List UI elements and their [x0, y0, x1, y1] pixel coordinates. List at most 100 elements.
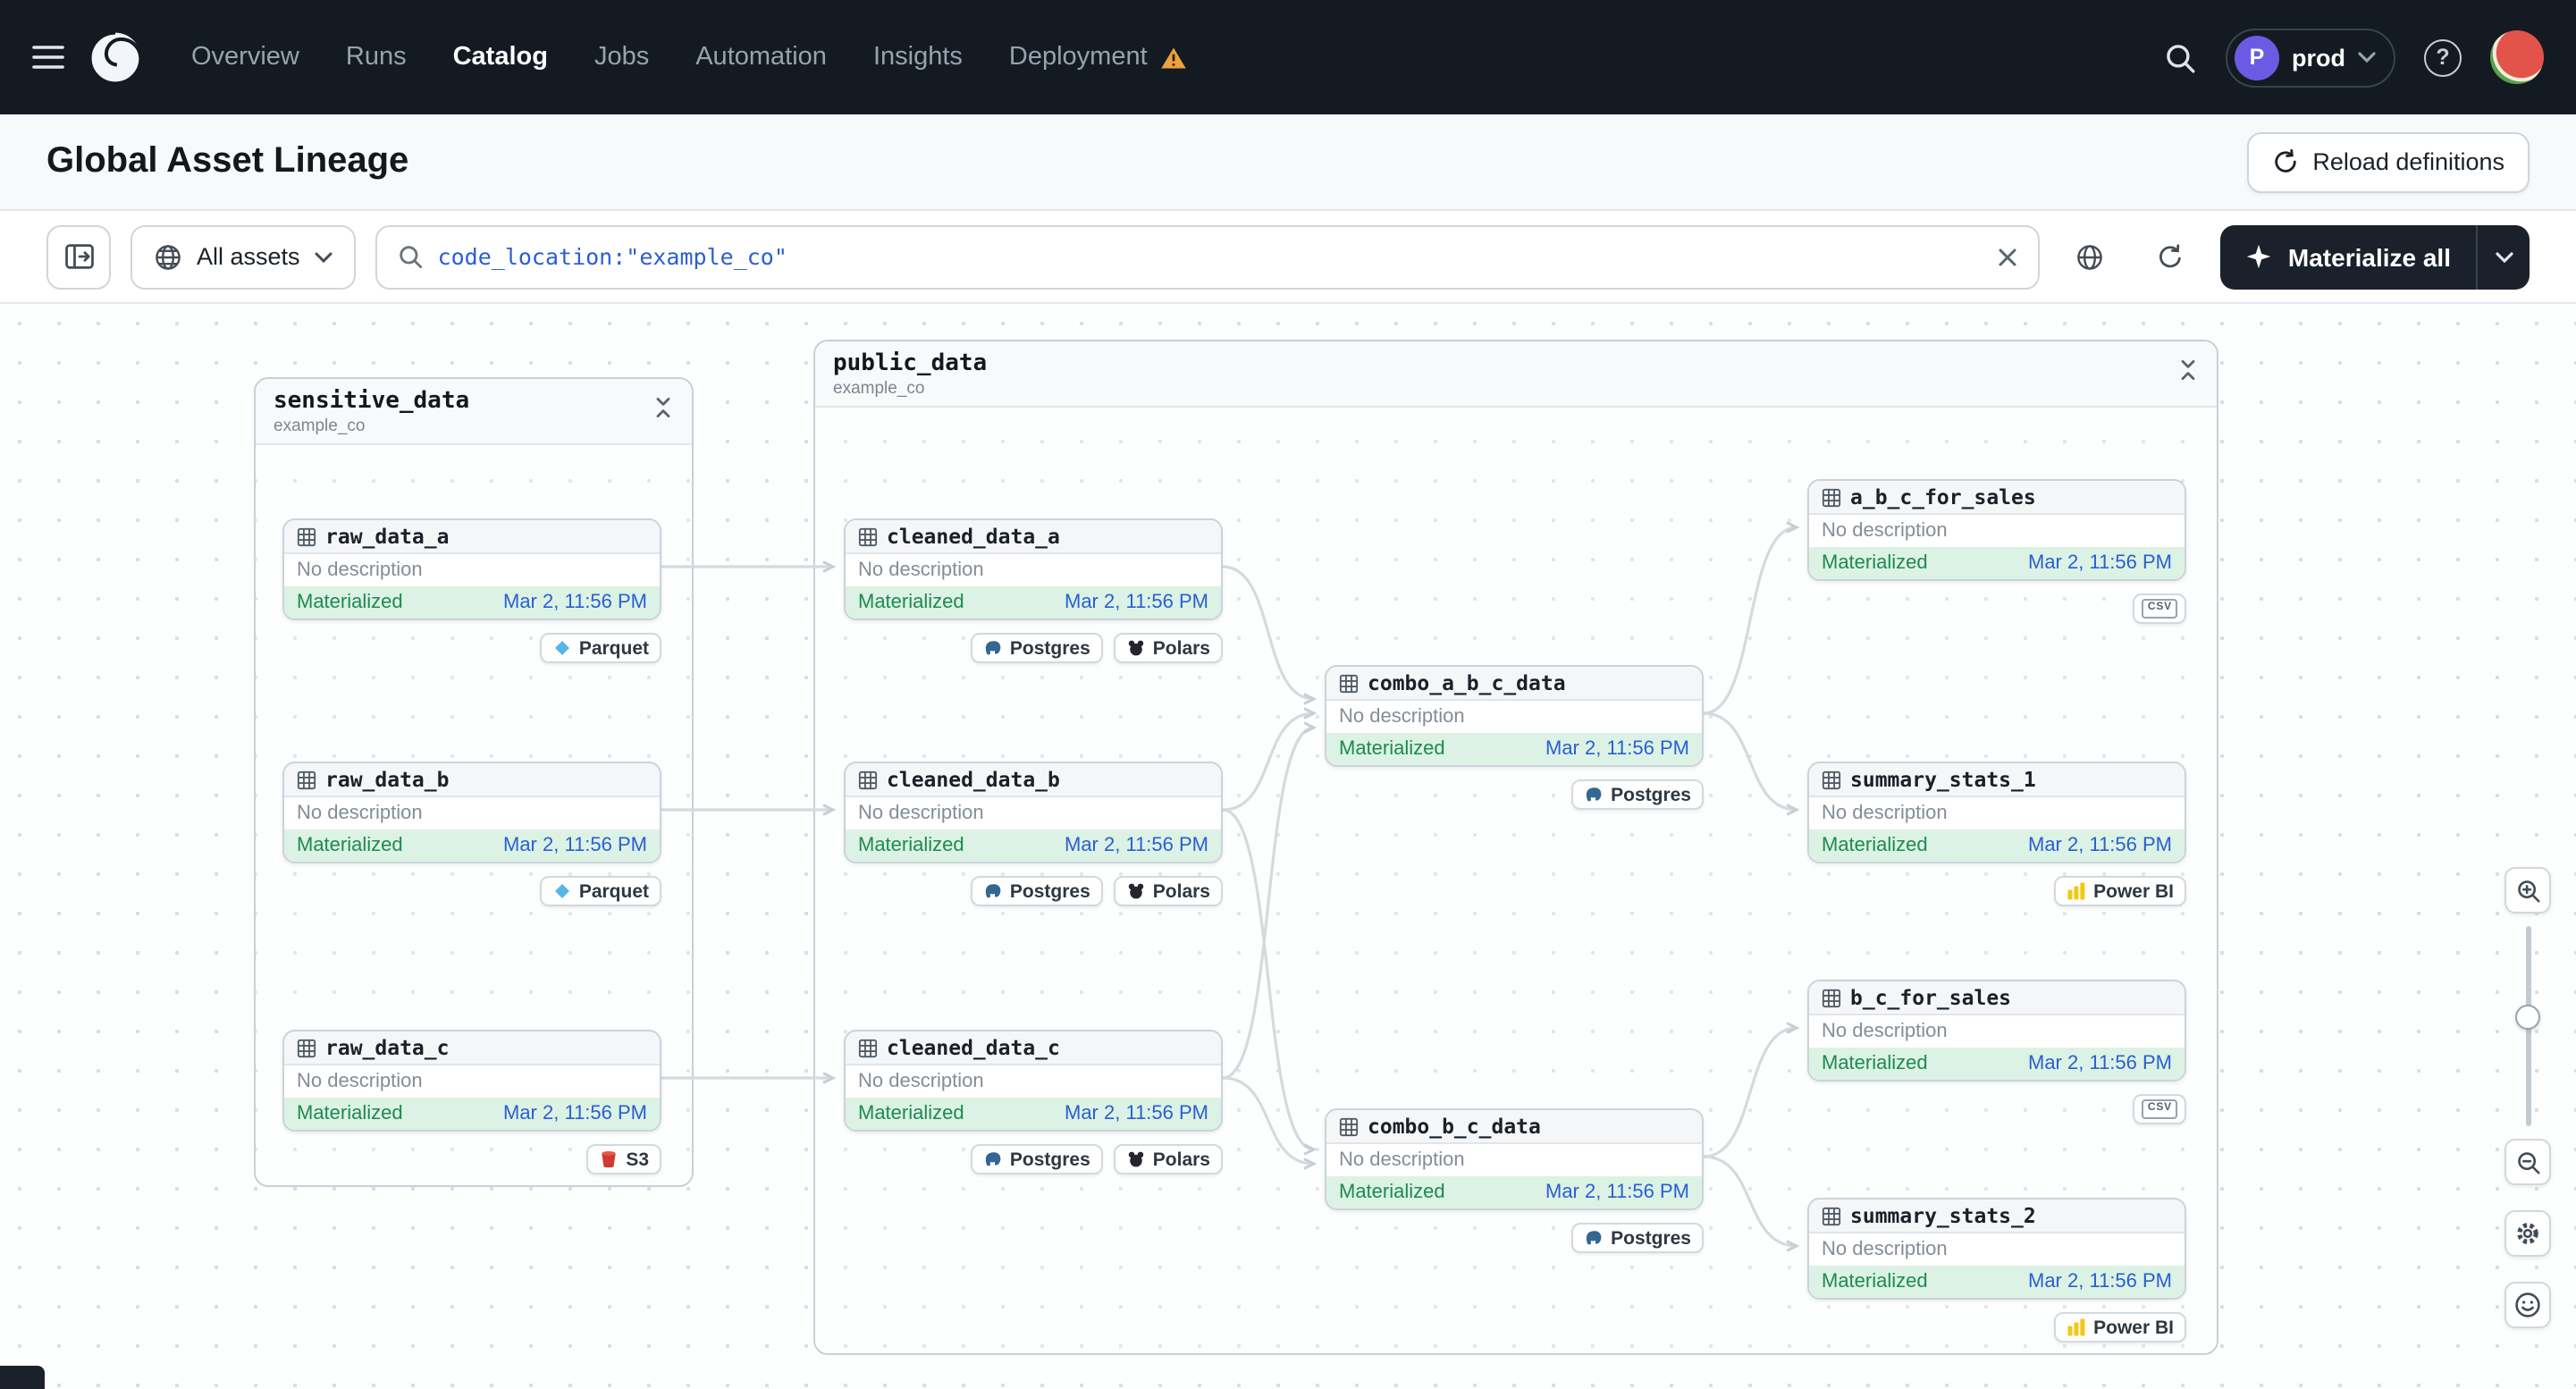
asset-materialization-timestamp[interactable]: Mar 2, 11:56 PM — [503, 592, 647, 613]
reload-definitions-button[interactable]: Reload definitions — [2246, 131, 2530, 192]
asset-materialization-timestamp[interactable]: Mar 2, 11:56 PM — [503, 835, 647, 856]
asset-materialization-timestamp[interactable]: Mar 2, 11:56 PM — [2028, 1053, 2172, 1074]
refresh-button[interactable] — [2140, 226, 2201, 287]
graph-settings-button[interactable] — [2504, 1210, 2551, 1257]
asset-node-raw_data_a[interactable]: raw_data_a No description Materialized M… — [282, 518, 661, 663]
clear-search-button[interactable] — [1997, 246, 2018, 267]
app-root: Overview Runs Catalog Jobs Automation Insight… — [0, 0, 2576, 1389]
zoom-slider-handle[interactable] — [2515, 1005, 2540, 1030]
asset-node-raw_data_c[interactable]: raw_data_c No description Materialized M… — [282, 1030, 661, 1174]
collapse-group-button[interactable] — [647, 391, 679, 424]
search-button[interactable] — [2163, 40, 2197, 74]
postgres-icon — [985, 884, 1001, 898]
open-left-panel-button[interactable] — [46, 224, 111, 289]
asset-tag-postgres: Postgres — [970, 1144, 1103, 1174]
materialize-all-button[interactable]: Materialize all — [2220, 224, 2476, 289]
asset-status-row: Materialized Mar 2, 11:56 PM — [1326, 1176, 1702, 1208]
asset-materialization-timestamp[interactable]: Mar 2, 11:56 PM — [1545, 1182, 1689, 1203]
asset-card[interactable]: summary_stats_2 No description Materiali… — [1807, 1198, 2186, 1300]
asset-tag-powerbi: Power BI — [2054, 876, 2186, 906]
asset-node-cleaned_data_b[interactable]: cleaned_data_b No description Materializ… — [844, 762, 1223, 906]
asset-node-a_b_c_for_sales[interactable]: a_b_c_for_sales No description Materiali… — [1807, 479, 2186, 624]
asset-name: a_b_c_for_sales — [1850, 484, 2036, 509]
zoom-in-icon — [2517, 880, 2539, 902]
chevron-down-icon — [315, 251, 333, 262]
asset-card[interactable]: a_b_c_for_sales No description Materiali… — [1807, 479, 2186, 581]
asset-tag-parquet: Parquet — [539, 633, 661, 663]
asset-node-combo_b_c_data[interactable]: combo_b_c_data No description Materializ… — [1325, 1108, 1704, 1253]
zoom-out-button[interactable] — [2504, 1139, 2551, 1185]
asset-materialization-timestamp[interactable]: Mar 2, 11:56 PM — [1065, 835, 1208, 856]
group-subtitle: example_co — [833, 379, 925, 399]
asset-tags: Postgres Polars — [844, 633, 1223, 663]
asset-card[interactable]: cleaned_data_c No description Materializ… — [844, 1030, 1223, 1132]
asset-card[interactable]: summary_stats_1 No description Materiali… — [1807, 762, 2186, 863]
asset-node-cleaned_data_c[interactable]: cleaned_data_c No description Materializ… — [844, 1030, 1223, 1174]
asset-name: cleaned_data_a — [887, 524, 1060, 549]
smiley-icon — [2515, 1292, 2540, 1317]
dagster-logo-icon — [88, 29, 143, 85]
postgres-icon — [1586, 1231, 1602, 1245]
zoom-in-button[interactable] — [2504, 867, 2551, 913]
nav-item-label: Jobs — [593, 43, 650, 72]
asset-materialization-timestamp[interactable]: Mar 2, 11:56 PM — [2028, 552, 2172, 574]
asset-status: Materialized — [297, 835, 403, 856]
asset-materialization-timestamp[interactable]: Mar 2, 11:56 PM — [1065, 592, 1208, 613]
collapse-group-button[interactable] — [2172, 354, 2204, 386]
sparkle-icon — [2246, 244, 2271, 269]
asset-scope-dropdown[interactable]: All assets — [130, 224, 356, 289]
lineage-canvas[interactable]: sensitive_data example_co public_data ex… — [0, 304, 2576, 1389]
asset-card[interactable]: b_c_for_sales No description Materialize… — [1807, 980, 2186, 1082]
asset-card[interactable]: combo_b_c_data No description Materializ… — [1325, 1108, 1704, 1210]
reload-definitions-label: Reload definitions — [2312, 148, 2504, 175]
materialize-options-button[interactable] — [2476, 224, 2530, 289]
asset-card[interactable]: raw_data_a No description Materialized M… — [282, 518, 661, 620]
reload-icon — [2274, 148, 2296, 173]
asset-materialization-timestamp[interactable]: Mar 2, 11:56 PM — [1065, 1103, 1208, 1124]
asset-description: No description — [846, 1065, 1221, 1098]
asset-card[interactable]: combo_a_b_c_data No description Material… — [1325, 665, 1704, 767]
graph-options-button[interactable] — [2059, 226, 2120, 287]
asset-tag-csv: CSV — [2133, 1094, 2186, 1124]
asset-card[interactable]: raw_data_c No description Materialized M… — [282, 1030, 661, 1132]
asset-card-header: summary_stats_2 — [1809, 1200, 2185, 1233]
asset-node-combo_a_b_c_data[interactable]: combo_a_b_c_data No description Material… — [1325, 665, 1704, 810]
zoom-slider[interactable] — [2504, 926, 2551, 1126]
asset-tags: Postgres Polars — [844, 1144, 1223, 1174]
asset-materialization-timestamp[interactable]: Mar 2, 11:56 PM — [1545, 738, 1689, 760]
asset-node-summary_stats_2[interactable]: summary_stats_2 No description Materiali… — [1807, 1198, 2186, 1343]
search-icon — [2167, 44, 2195, 72]
asset-card[interactable]: cleaned_data_a No description Materializ… — [844, 518, 1223, 620]
asset-card[interactable]: cleaned_data_b No description Materializ… — [844, 762, 1223, 863]
nav-item-overview[interactable]: Overview — [191, 43, 299, 72]
nav-item-runs[interactable]: Runs — [346, 43, 407, 72]
table-asset-icon — [1822, 988, 1841, 1007]
nav-item-automation[interactable]: Automation — [695, 43, 827, 72]
group-header: sensitive_data example_co — [256, 379, 692, 445]
asset-node-b_c_for_sales[interactable]: b_c_for_sales No description Materialize… — [1807, 980, 2186, 1124]
dagster-logo[interactable] — [86, 28, 145, 87]
nav-item-jobs[interactable]: Jobs — [594, 43, 649, 72]
nav-item-insights[interactable]: Insights — [873, 43, 963, 72]
asset-node-summary_stats_1[interactable]: summary_stats_1 No description Materiali… — [1807, 762, 2186, 906]
help-button[interactable]: ? — [2424, 38, 2462, 76]
asset-search-input[interactable]: code_location:"example_co" — [375, 224, 2040, 289]
asset-node-raw_data_b[interactable]: raw_data_b No description Materialized M… — [282, 762, 661, 906]
hamburger-menu-button[interactable] — [32, 45, 64, 70]
asset-node-cleaned_data_a[interactable]: cleaned_data_a No description Materializ… — [844, 518, 1223, 663]
asset-tags: S3 — [282, 1144, 661, 1174]
deployment-warning-icon — [1160, 46, 1187, 69]
asset-materialization-timestamp[interactable]: Mar 2, 11:56 PM — [2028, 1271, 2172, 1292]
asset-tag-powerbi: Power BI — [2054, 1312, 2186, 1343]
asset-card[interactable]: raw_data_b No description Materialized M… — [282, 762, 661, 863]
page-title: Global Asset Lineage — [46, 141, 409, 181]
asset-tags: Power BI — [1807, 1312, 2186, 1343]
user-avatar[interactable] — [2490, 30, 2544, 84]
nav-item-deployment[interactable]: Deployment — [1009, 43, 1187, 72]
feedback-button[interactable] — [2504, 1282, 2551, 1328]
zoom-panel — [2504, 867, 2551, 1328]
nav-item-catalog[interactable]: Catalog — [453, 43, 548, 72]
deployment-switcher[interactable]: P prod — [2226, 28, 2395, 87]
asset-materialization-timestamp[interactable]: Mar 2, 11:56 PM — [2028, 835, 2172, 856]
asset-materialization-timestamp[interactable]: Mar 2, 11:56 PM — [503, 1103, 647, 1124]
